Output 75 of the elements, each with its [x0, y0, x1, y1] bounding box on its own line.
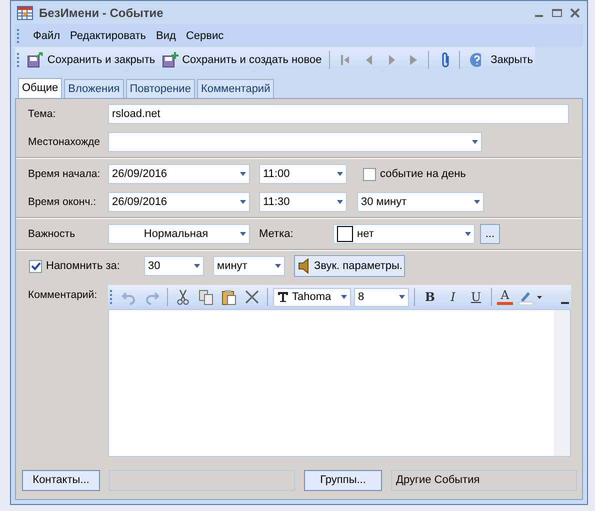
font-field[interactable]: Tahoma: [273, 288, 351, 306]
dropdown-arrow-icon[interactable]: [194, 264, 200, 268]
reminder-amount-field[interactable]: 30: [144, 256, 204, 276]
groups-button[interactable]: Группы...: [304, 470, 382, 490]
dropdown-arrow-icon[interactable]: [399, 295, 405, 299]
calendar-icon: [17, 6, 33, 20]
subject-field[interactable]: rsload.net: [108, 104, 569, 124]
date-field[interactable]: 26/09/2016: [108, 164, 250, 184]
grip-icon: [17, 53, 20, 67]
copy-icon[interactable]: [198, 289, 214, 305]
time-field[interactable]: 11:00: [259, 164, 347, 184]
font-icon: [277, 291, 289, 303]
importance-field[interactable]: Нормальная: [108, 224, 250, 244]
checkbox-label: Напомнить за:: [46, 260, 121, 272]
field-label: Время начала:: [28, 168, 102, 180]
duration-field[interactable]: 30 минут: [357, 192, 484, 212]
field-label: Важность: [28, 228, 76, 240]
save-new-icon: [162, 52, 180, 68]
field-label: Местонахожде: [28, 136, 101, 148]
dropdown-arrow-icon[interactable]: [240, 172, 246, 176]
toolbar-button[interactable]: Сохранить и закрыть: [25, 52, 158, 68]
tab[interactable]: Общие: [18, 78, 62, 98]
help-icon[interactable]: [469, 52, 481, 68]
field-label: Тема:: [28, 108, 57, 120]
bold-button[interactable]: B: [420, 290, 440, 304]
tab[interactable]: Комментарий: [196, 79, 274, 98]
date-field[interactable]: 26/09/2016: [108, 192, 250, 212]
checkbox-label: событие на день: [380, 168, 466, 180]
dropdown-arrow-icon[interactable]: [465, 232, 471, 236]
menu-item[interactable]: Вид: [156, 30, 176, 42]
dropdown-arrow-icon[interactable]: [240, 200, 246, 204]
field-label: Комментарий:: [28, 288, 98, 303]
more-button[interactable]: ...: [480, 224, 500, 244]
tag-field[interactable]: нет: [333, 224, 475, 244]
location-field[interactable]: [108, 132, 482, 152]
field-label: Время оконч.:: [28, 196, 97, 208]
dropdown-arrow-icon[interactable]: [240, 232, 246, 236]
font-color-button[interactable]: A: [497, 289, 513, 305]
grip-icon: [17, 28, 21, 42]
scrollbar[interactable]: [554, 310, 570, 456]
sound-settings-button[interactable]: Звук. параметры.: [294, 255, 406, 277]
close-icon[interactable]: [569, 6, 581, 18]
dropdown-arrow-icon[interactable]: [472, 140, 478, 144]
underline-button[interactable]: U: [466, 290, 486, 304]
checkbox[interactable]: [363, 168, 376, 180]
window-title: БезИмени - Событие: [39, 6, 164, 20]
italic-button[interactable]: I: [443, 290, 463, 304]
contacts-button[interactable]: Контакты...: [22, 470, 100, 490]
maximize-icon[interactable]: [551, 6, 563, 18]
grip-icon: [110, 290, 114, 304]
menu-item[interactable]: Редактировать: [70, 30, 146, 42]
dropdown-arrow-icon[interactable]: [341, 295, 347, 299]
dropdown-arrow-icon[interactable]: [337, 200, 343, 204]
comment-field[interactable]: [108, 309, 571, 457]
dropdown-arrow-icon[interactable]: [474, 200, 480, 204]
font-size-field[interactable]: 8: [354, 288, 409, 306]
speaker-icon: [297, 258, 311, 274]
tab[interactable]: Вложения: [64, 79, 124, 98]
toolbar-button[interactable]: Сохранить и создать новое: [160, 52, 324, 68]
close-button[interactable]: Закрыть: [488, 54, 535, 66]
groups-field: Другие События: [391, 470, 577, 490]
menu-item[interactable]: Сервис: [186, 30, 224, 42]
highlight-icon[interactable]: [518, 289, 544, 305]
time-field[interactable]: 11:30: [259, 192, 347, 212]
paste-icon[interactable]: [221, 289, 237, 305]
menu-item[interactable]: Файл: [33, 30, 60, 42]
reminder-unit-field[interactable]: минут: [213, 256, 285, 276]
field-label: Метка:: [259, 228, 294, 240]
cut-icon[interactable]: [175, 289, 191, 305]
checkbox[interactable]: [29, 260, 42, 272]
tab[interactable]: Повторение: [126, 79, 195, 98]
delete-icon[interactable]: [244, 289, 260, 305]
save-icon: [27, 52, 46, 68]
dropdown-arrow-icon[interactable]: [337, 172, 343, 176]
dropdown-arrow-icon[interactable]: [275, 264, 281, 268]
